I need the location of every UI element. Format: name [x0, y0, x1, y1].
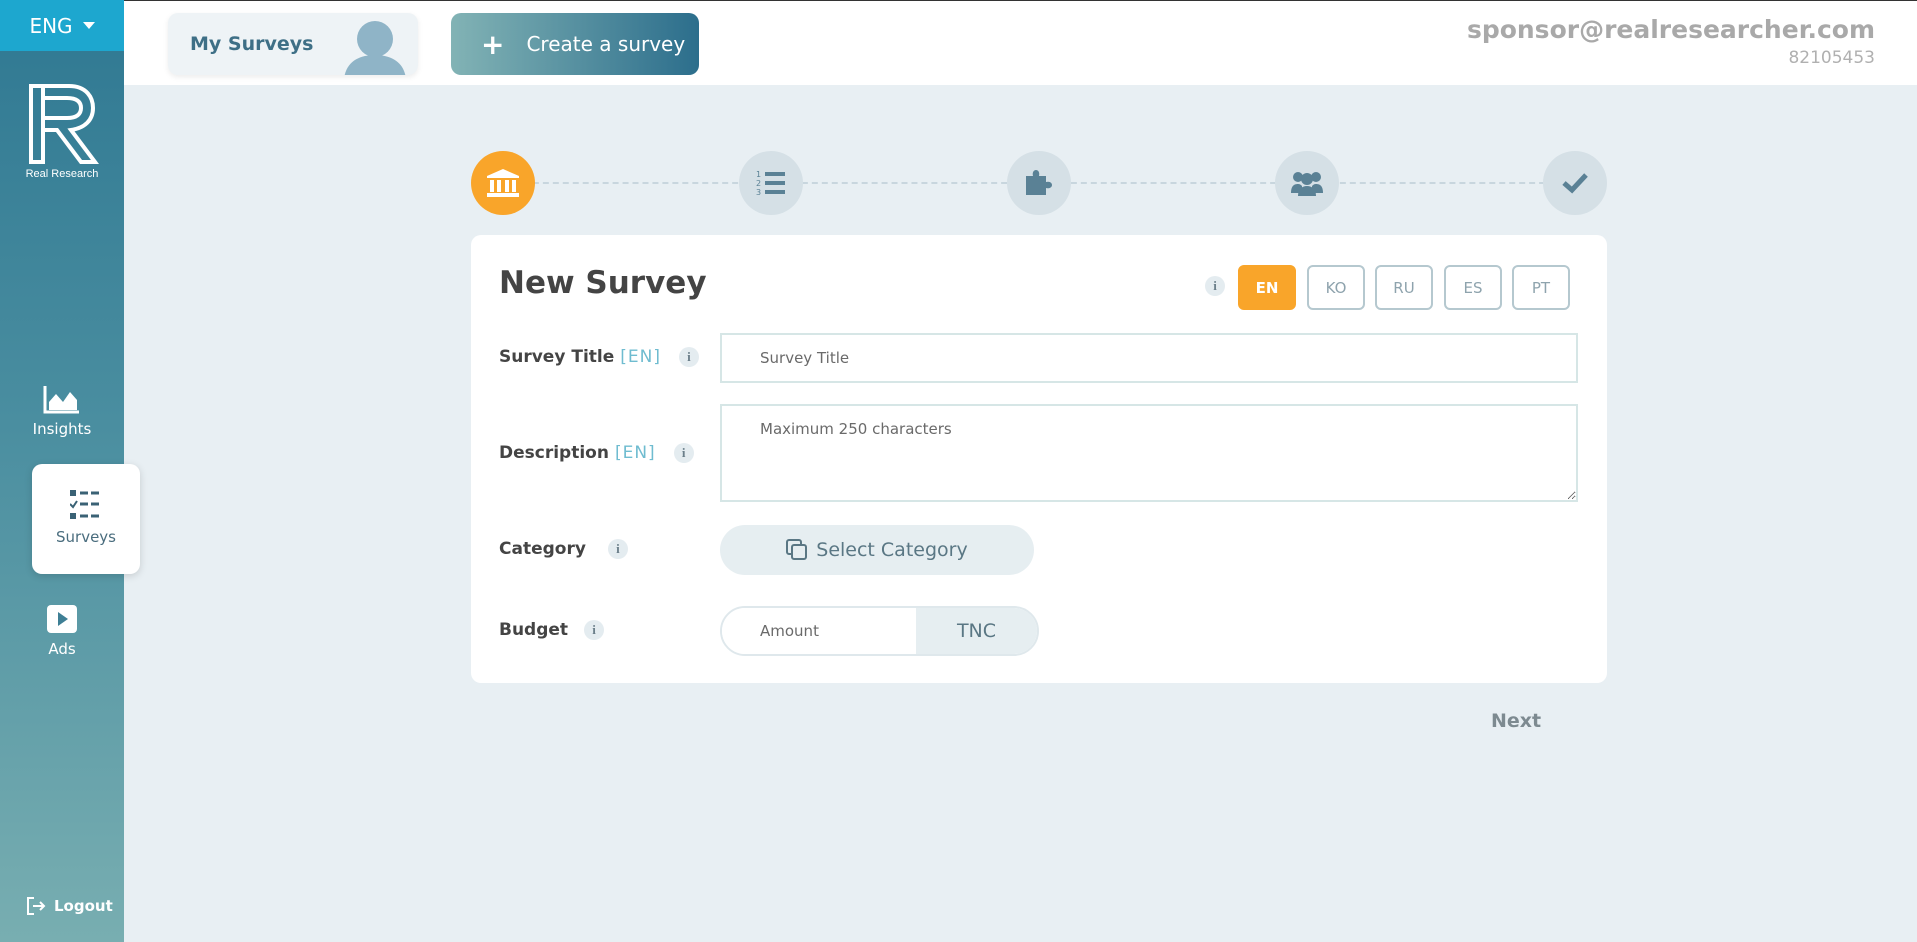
step-1[interactable]: [471, 151, 535, 215]
language-tab-pt[interactable]: PT: [1512, 265, 1570, 310]
numbered-list-icon: 1 2 3: [756, 170, 785, 197]
language-label: ENG: [29, 13, 73, 38]
description-textarea[interactable]: [720, 404, 1578, 502]
copy-icon: [786, 539, 808, 560]
field-label-text: Description: [499, 443, 609, 463]
info-icon[interactable]: i: [673, 443, 694, 463]
chevron-down-icon: [82, 22, 95, 29]
budget-label: Budget i: [499, 620, 605, 640]
language-selector[interactable]: ENG: [0, 0, 124, 51]
sidebar-item-surveys[interactable]: Surveys: [32, 464, 140, 574]
language-tab-ko[interactable]: KO: [1307, 265, 1365, 310]
sidebar-item-label: Insights: [32, 420, 92, 438]
info-icon[interactable]: i: [1205, 276, 1225, 296]
description-label: Description [EN] i: [499, 443, 694, 463]
top-bar: My Surveys + Create a survey sponsor@rea…: [124, 0, 1917, 85]
logout-icon: [27, 897, 46, 915]
budget-amount-input[interactable]: [722, 608, 916, 654]
my-surveys-label: My Surveys: [190, 33, 314, 55]
field-label-text: Survey Title: [499, 347, 615, 367]
survey-title-input[interactable]: [720, 333, 1578, 383]
logo-text: Real Research: [25, 168, 99, 180]
checklist-icon: [70, 490, 101, 519]
bank-icon: [487, 169, 519, 197]
step-3[interactable]: [1007, 151, 1071, 215]
puzzle-icon: [1026, 170, 1052, 195]
info-icon[interactable]: i: [607, 539, 628, 559]
page-title: New Survey: [499, 265, 707, 301]
language-tab-es[interactable]: ES: [1444, 265, 1502, 310]
survey-title-label: Survey Title [EN] i: [499, 347, 699, 367]
language-tag: [EN]: [614, 443, 656, 463]
field-label-text: Budget: [499, 620, 569, 640]
logout-label: Logout: [54, 897, 113, 915]
progress-stepper: 1 2 3: [471, 151, 1607, 215]
svg-text:2: 2: [756, 179, 761, 188]
plus-icon: +: [481, 27, 505, 61]
category-label: Category i: [499, 539, 628, 559]
select-category-label: Select Category: [816, 539, 968, 561]
sidebar: ENG Real Research Insights Surveys Ads L…: [0, 0, 140, 942]
select-category-button[interactable]: Select Category: [720, 525, 1034, 575]
logo[interactable]: Real Research: [22, 82, 102, 180]
step-4[interactable]: [1275, 151, 1339, 215]
next-button[interactable]: Next: [1491, 710, 1541, 732]
area-chart-icon: [43, 386, 79, 414]
language-tag: [EN]: [620, 347, 661, 367]
sidebar-item-label: Surveys: [56, 528, 116, 546]
info-icon[interactable]: i: [584, 620, 605, 640]
check-icon: [1562, 173, 1588, 194]
sidebar-item-insights[interactable]: Insights: [32, 384, 92, 438]
language-tab-en[interactable]: EN: [1238, 265, 1296, 310]
new-survey-card: New Survey i EN KO RU ES PT Survey Title…: [471, 235, 1607, 683]
step-5[interactable]: [1543, 151, 1607, 215]
sidebar-item-ads[interactable]: Ads: [32, 604, 92, 658]
info-icon[interactable]: i: [678, 347, 699, 367]
svg-text:3: 3: [756, 188, 761, 197]
account-info: sponsor@realresearcher.com 82105453: [1467, 15, 1875, 68]
play-icon: [47, 605, 77, 633]
avatar-icon: [344, 21, 406, 75]
language-tab-ru[interactable]: RU: [1375, 265, 1433, 310]
account-email: sponsor@realresearcher.com: [1466, 15, 1875, 44]
account-id: 82105453: [1788, 48, 1875, 68]
svg-text:1: 1: [756, 170, 761, 179]
field-label-text: Category: [499, 539, 586, 559]
my-surveys-button[interactable]: My Surveys: [168, 13, 418, 75]
users-icon: [1291, 172, 1323, 196]
create-survey-label: Create a survey: [526, 32, 686, 56]
create-survey-button[interactable]: + Create a survey: [451, 13, 699, 75]
real-research-logo-icon: [29, 84, 99, 164]
budget-unit: TNC: [916, 608, 1037, 654]
sidebar-item-label: Ads: [48, 640, 76, 658]
logout-button[interactable]: Logout: [26, 896, 113, 916]
budget-field: TNC: [720, 606, 1039, 656]
step-2[interactable]: 1 2 3: [739, 151, 803, 215]
